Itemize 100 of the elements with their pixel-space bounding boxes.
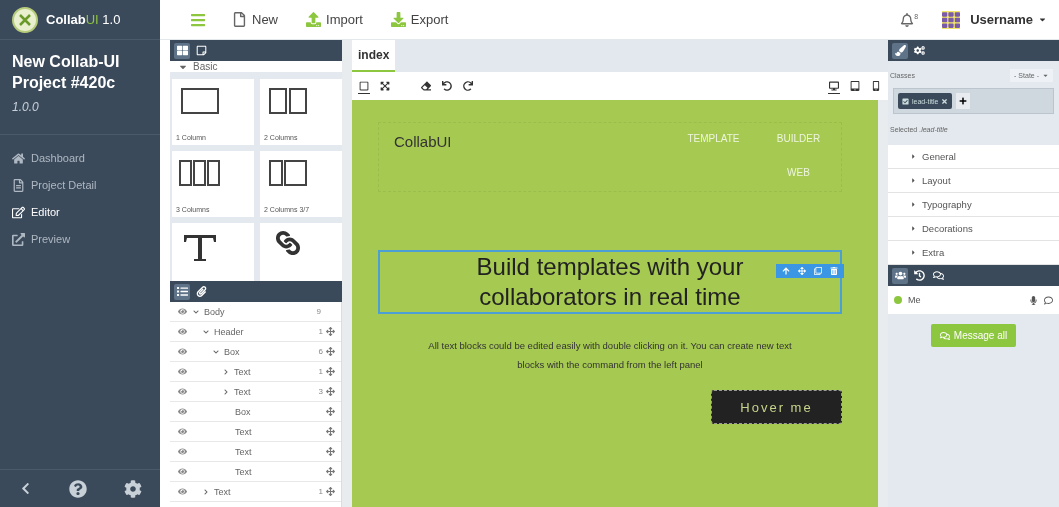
block-tile[interactable] bbox=[260, 223, 342, 281]
move-icon[interactable] bbox=[326, 407, 335, 416]
plus-icon bbox=[959, 97, 968, 105]
layer-row[interactable]: Box 6 bbox=[170, 342, 341, 362]
nav-item[interactable]: Editor bbox=[0, 198, 160, 226]
settings-icon[interactable] bbox=[123, 479, 142, 498]
help-icon[interactable] bbox=[68, 479, 87, 498]
style-sector[interactable]: Decorations bbox=[888, 217, 1059, 241]
link-icon bbox=[276, 231, 300, 255]
document-icon bbox=[12, 178, 25, 192]
style-sector[interactable]: General bbox=[888, 145, 1059, 169]
site-brand: CollabUI bbox=[393, 132, 453, 152]
tablet-icon[interactable] bbox=[849, 78, 861, 94]
layer-name: Body bbox=[204, 306, 225, 317]
layer-row[interactable]: Text bbox=[170, 462, 341, 482]
close-icon[interactable] bbox=[941, 97, 949, 105]
avatar-icon bbox=[942, 10, 961, 29]
layer-name: Box bbox=[224, 346, 240, 357]
mobile-icon[interactable] bbox=[870, 78, 882, 94]
layer-row[interactable]: Text bbox=[170, 422, 341, 442]
move-icon[interactable] bbox=[326, 487, 335, 496]
clone-icon[interactable] bbox=[814, 267, 822, 275]
caret-icon[interactable] bbox=[223, 388, 229, 395]
hover-button[interactable]: Hover me bbox=[711, 390, 842, 424]
layer-name: Text bbox=[234, 386, 251, 397]
child-count: 1 bbox=[318, 327, 323, 336]
eye-icon[interactable] bbox=[178, 367, 187, 376]
eye-icon[interactable] bbox=[178, 487, 187, 496]
category-header[interactable]: Basic bbox=[170, 61, 342, 72]
caret-icon bbox=[1042, 72, 1049, 79]
layer-name: Box bbox=[235, 406, 251, 417]
toolbar-button[interactable]: New bbox=[230, 10, 280, 29]
move-icon[interactable] bbox=[326, 427, 335, 436]
layer-row[interactable]: Body 9 bbox=[170, 302, 341, 322]
users-tab[interactable] bbox=[892, 267, 908, 284]
layer-row[interactable]: Text 1 bbox=[170, 362, 341, 382]
history-tab[interactable] bbox=[911, 267, 927, 284]
tag-checkbox[interactable] bbox=[902, 97, 909, 105]
page-tab[interactable]: index bbox=[352, 40, 396, 72]
hero-paragraph: All text blocks could be edited easily with double clicking on it. You can create new text blocks with the command from the left panel bbox=[427, 339, 793, 372]
nav-item[interactable]: Project Detail bbox=[0, 171, 160, 199]
eye-icon[interactable] bbox=[178, 387, 187, 396]
upload-icon bbox=[306, 12, 321, 27]
eye-icon[interactable] bbox=[178, 427, 187, 436]
caret-icon[interactable] bbox=[193, 308, 199, 315]
layer-row[interactable]: Box bbox=[170, 402, 341, 422]
add-class-button[interactable] bbox=[956, 93, 971, 109]
project-title: New Collab-UI Project #420c bbox=[11, 52, 121, 93]
download-icon bbox=[390, 12, 406, 27]
logo-icon bbox=[12, 6, 38, 33]
user-row[interactable]: Me bbox=[888, 286, 1059, 314]
move-icon[interactable] bbox=[326, 327, 335, 336]
microphone-icon[interactable] bbox=[1029, 295, 1038, 305]
move-icon[interactable] bbox=[326, 367, 335, 376]
eye-icon[interactable] bbox=[178, 347, 187, 356]
layer-name: Text bbox=[214, 486, 231, 497]
chat-icon bbox=[939, 330, 950, 341]
eye-icon[interactable] bbox=[178, 307, 187, 316]
eye-icon[interactable] bbox=[178, 447, 187, 456]
user-menu[interactable]: Username bbox=[968, 10, 1049, 29]
layer-row[interactable]: Text 3 bbox=[170, 382, 341, 402]
block-tile[interactable] bbox=[172, 223, 254, 281]
move-icon[interactable] bbox=[326, 387, 335, 396]
child-count: 6 bbox=[318, 347, 323, 356]
app-name: CollabUI 1.0 bbox=[46, 12, 121, 27]
layer-row[interactable]: Text bbox=[170, 442, 341, 462]
eye-icon[interactable] bbox=[178, 407, 187, 416]
edit-icon bbox=[12, 205, 25, 219]
undo-icon[interactable] bbox=[441, 78, 453, 94]
move-icon[interactable] bbox=[798, 267, 806, 275]
caret-icon[interactable] bbox=[213, 348, 219, 355]
style-sector[interactable]: Typography bbox=[888, 193, 1059, 217]
style-sector[interactable]: Layout bbox=[888, 169, 1059, 193]
bell-icon[interactable] bbox=[900, 12, 915, 27]
trash-icon[interactable] bbox=[830, 267, 838, 275]
move-icon[interactable] bbox=[326, 447, 335, 456]
layer-name: Header bbox=[214, 326, 244, 337]
caret-icon[interactable] bbox=[203, 328, 209, 335]
move-icon[interactable] bbox=[326, 467, 335, 476]
layer-row[interactable]: Header 1 bbox=[170, 322, 341, 342]
move-icon[interactable] bbox=[326, 347, 335, 356]
style-sector[interactable]: Extra bbox=[888, 241, 1059, 265]
redo-icon[interactable] bbox=[462, 78, 474, 94]
toolbar-button[interactable]: Import bbox=[304, 10, 365, 29]
grid-tab[interactable] bbox=[174, 42, 190, 59]
layer-row[interactable]: Text 1 bbox=[170, 482, 341, 502]
list-tab[interactable] bbox=[174, 283, 190, 300]
comment-icon[interactable] bbox=[1044, 295, 1053, 305]
nav-item[interactable]: Preview bbox=[0, 225, 160, 253]
eye-icon[interactable] bbox=[178, 327, 187, 336]
toolbar-button[interactable]: Export bbox=[388, 10, 451, 29]
nav-item[interactable]: Dashboard bbox=[0, 144, 160, 172]
arrow-up-icon[interactable] bbox=[782, 267, 790, 275]
caret-icon[interactable] bbox=[203, 488, 209, 495]
brush-tab[interactable] bbox=[892, 42, 908, 59]
child-count: 1 bbox=[318, 487, 323, 496]
caret-icon[interactable] bbox=[223, 368, 229, 375]
caret-icon bbox=[910, 201, 917, 208]
eye-icon[interactable] bbox=[178, 467, 187, 476]
layer-name: Text bbox=[235, 446, 252, 457]
